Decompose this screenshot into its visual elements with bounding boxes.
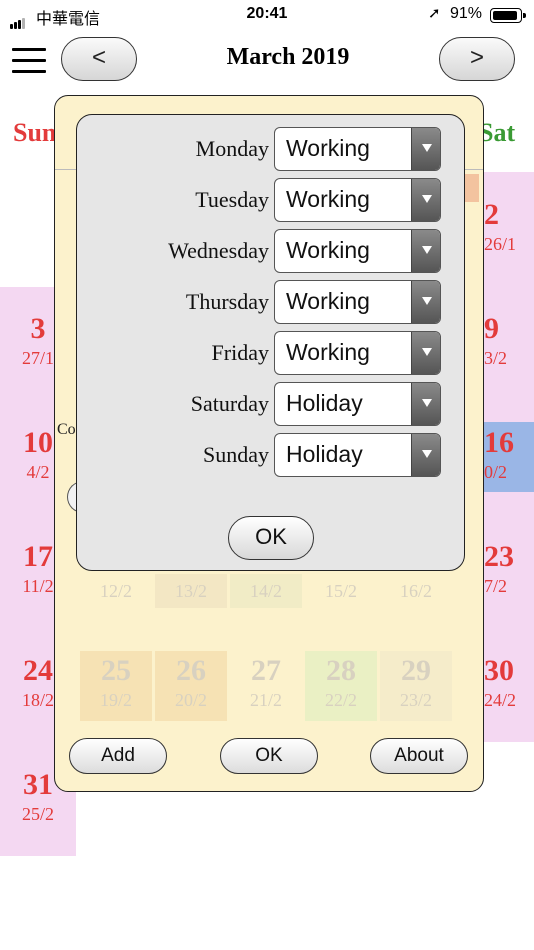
friday-label: Friday [211,340,269,365]
select-value: Working [286,237,370,263]
settings-ok-button[interactable]: OK [220,738,318,774]
saturday-status-select[interactable]: Holiday [274,382,441,426]
day-header-sunday: Sun [13,118,57,147]
add-button[interactable]: Add [69,738,167,774]
monday-status-select[interactable]: Working [274,127,441,171]
dropdown-arrow-icon [411,434,440,476]
day-number: 9 [484,312,499,345]
lunar-date: 19/2 [99,690,132,710]
lunar-date: 25/2 [21,804,54,824]
select-value: Working [286,288,370,314]
partial-label: Co [57,421,76,438]
day-number: 25 [101,654,131,687]
week-row-saturday: Saturday Holiday [77,382,466,426]
week-row-tuesday: Tuesday Working [77,178,466,222]
sunday-status-select[interactable]: Holiday [274,433,441,477]
select-value: Working [286,135,370,161]
faded-day-cell: 28 22/2 [305,651,377,721]
battery-fill [493,11,517,20]
day-number: 23 [484,540,514,573]
lunar-date: 3/2 [484,348,508,368]
lunar-date: 21/2 [249,690,282,710]
battery-percent: 91% [450,5,483,22]
week-row-monday: Monday Working [77,127,466,171]
day-number: 16 [484,426,514,459]
select-value: Working [286,186,370,212]
faded-lunar-date: 16/2 [399,581,432,601]
color-swatch [465,174,479,202]
day-header-saturday: Sat [479,118,516,147]
lunar-date: 7/2 [484,576,508,596]
day-number: 27 [251,654,281,687]
wednesday-label: Wednesday [168,238,269,263]
day-number: 26 [176,654,206,687]
day-number: 29 [401,654,431,687]
lunar-date: 0/2 [484,462,508,482]
tuesday-label: Tuesday [195,187,269,212]
select-value: Holiday [286,441,363,467]
weekly-schedule-dialog: Monday Working Tuesday Working Wednesday Work… [76,114,465,571]
dropdown-arrow-icon [411,179,440,221]
select-value: Holiday [286,390,363,416]
faded-lunar-date: 13/2 [155,574,227,608]
battery-icon [490,8,526,23]
thursday-label: Thursday [185,289,269,314]
location-arrow-icon: ➚ [428,5,441,22]
sunday-label: Sunday [203,442,269,467]
faded-lunar-date: 14/2 [230,574,302,608]
lunar-date: 20/2 [174,690,207,710]
day-number: 30 [484,654,514,687]
lunar-date: 23/2 [399,690,432,710]
day-number: 2 [484,198,499,231]
dropdown-arrow-icon [411,383,440,425]
faded-lunar-date: 12/2 [99,581,132,601]
tuesday-status-select[interactable]: Working [274,178,441,222]
day-number: 28 [326,654,356,687]
dropdown-arrow-icon [411,332,440,374]
dropdown-arrow-icon [411,128,440,170]
week-row-friday: Friday Working [77,331,466,375]
monday-label: Monday [195,136,269,161]
dropdown-arrow-icon [411,281,440,323]
week-row-thursday: Thursday Working [77,280,466,324]
next-month-button[interactable]: > [439,37,515,81]
lunar-date: 24/2 [484,690,517,710]
week-row-wednesday: Wednesday Working [77,229,466,273]
faded-day-cell: 27 21/2 [230,651,302,721]
faded-lunar-date: 15/2 [324,581,357,601]
saturday-label: Saturday [190,391,269,416]
wednesday-status-select[interactable]: Working [274,229,441,273]
hamburger-menu-icon[interactable] [12,48,46,74]
month-title: March 2019 [226,44,350,70]
dropdown-arrow-icon [411,230,440,272]
week-row-sunday: Sunday Holiday [77,433,466,477]
friday-status-select[interactable]: Working [274,331,441,375]
lunar-date: 26/1 [484,234,517,254]
select-value: Working [286,339,370,365]
thursday-status-select[interactable]: Working [274,280,441,324]
faded-day-cell: 26 20/2 [155,651,227,721]
about-button[interactable]: About [370,738,468,774]
prev-month-button[interactable]: < [61,37,137,81]
faded-day-cell: 29 23/2 [380,651,452,721]
lunar-date: 22/2 [324,690,357,710]
weekly-ok-button[interactable]: OK [228,516,314,560]
faded-day-cell: 25 19/2 [80,651,152,721]
status-bar: 中華電信 20:41 ➚ 91% [0,0,534,30]
